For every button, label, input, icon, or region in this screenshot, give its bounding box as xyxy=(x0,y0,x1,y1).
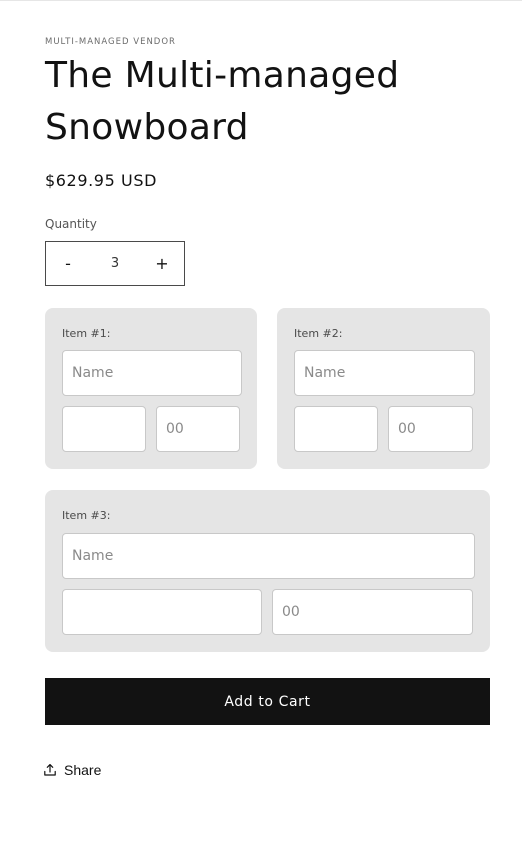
item-label: Item #3: xyxy=(62,509,111,522)
add-to-cart-button[interactable]: Add to Cart xyxy=(45,678,490,725)
item-number-field[interactable]: 00 xyxy=(156,406,240,452)
quantity-stepper: - 3 + xyxy=(45,241,185,286)
product-price: $629.95 USD xyxy=(45,171,158,190)
item-text-field[interactable] xyxy=(62,589,262,635)
item-name-field[interactable]: Name xyxy=(62,533,475,579)
item-card-1: Item #1: Name 00 xyxy=(45,308,257,469)
quantity-increment-button[interactable]: + xyxy=(140,242,184,285)
item-card-2: Item #2: Name 00 xyxy=(277,308,490,469)
item-name-field[interactable]: Name xyxy=(294,350,475,396)
item-name-field[interactable]: Name xyxy=(62,350,242,396)
quantity-label: Quantity xyxy=(45,217,97,231)
product-title: The Multi-managed Snowboard xyxy=(45,55,400,148)
quantity-input[interactable]: 3 xyxy=(90,242,140,285)
item-number-field[interactable]: 00 xyxy=(272,589,473,635)
item-card-3: Item #3: Name 00 xyxy=(45,490,490,652)
item-label: Item #1: xyxy=(62,327,111,340)
share-label: Share xyxy=(64,762,102,778)
quantity-decrement-button[interactable]: - xyxy=(46,242,90,285)
item-text-field[interactable] xyxy=(62,406,146,452)
item-label: Item #2: xyxy=(294,327,343,340)
item-number-field[interactable]: 00 xyxy=(388,406,473,452)
product-vendor: MULTI-MANAGED VENDOR xyxy=(45,37,176,47)
share-icon xyxy=(43,763,57,777)
item-text-field[interactable] xyxy=(294,406,378,452)
top-divider xyxy=(0,0,522,1)
share-button[interactable]: Share xyxy=(43,762,101,778)
